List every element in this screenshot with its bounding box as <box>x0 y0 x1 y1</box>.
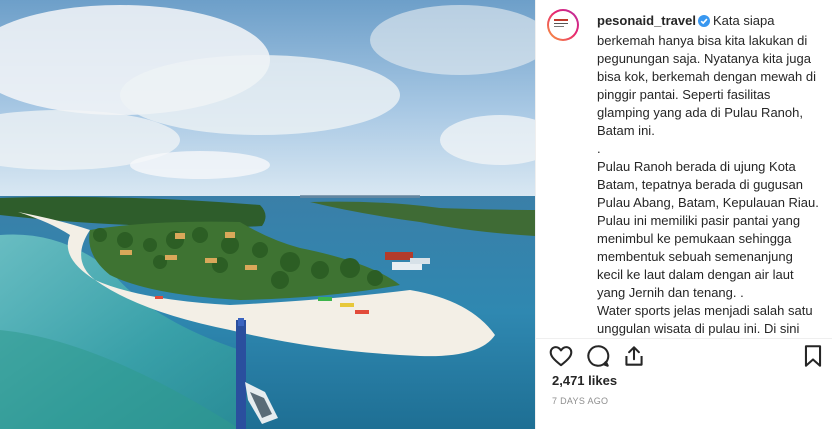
caption-line: kecil ke laut dalam dengan air laut <box>597 267 794 282</box>
caption-line: Pulau ini memiliki pasir pantai yang <box>597 213 801 228</box>
caption-line: pegunungan saja. Nyatanya kita juga <box>597 51 811 66</box>
caption-line: Water sports jelas menjadi salah satu <box>597 303 813 318</box>
caption-line: pinggir pantai. Seperti fasilitas <box>597 87 771 102</box>
heart-icon[interactable] <box>548 343 574 369</box>
likes-count[interactable]: 2,471 likes <box>552 373 617 388</box>
share-icon[interactable] <box>621 343 647 369</box>
caption-line: Pulau Abang, Batam, Kepulauan Riau. <box>597 195 819 210</box>
caption-paragraph: pesonaid_travel Kata siapa berkemah hanya … <box>597 12 829 338</box>
post-timestamp[interactable]: 7 DAYS AGO <box>552 396 608 406</box>
caption-line: Batam, tepatnya berada di gugusan <box>597 177 803 192</box>
post-photo[interactable] <box>0 0 535 429</box>
post-sidebar: pesonaid_travel Kata siapa berkemah hanya … <box>535 0 832 430</box>
caption-line: berkemah hanya bisa kita lakukan di <box>597 33 808 48</box>
username[interactable]: pesonaid_travel <box>597 13 696 28</box>
island-beach-photo <box>0 0 535 429</box>
caption-line: bisa kok, berkemah dengan mewah di <box>597 69 816 84</box>
caption-line: . <box>597 141 601 156</box>
caption-area: pesonaid_travel Kata siapa berkemah hanya … <box>536 0 832 338</box>
caption-line: yang Jernih dan tenang. . <box>597 285 744 300</box>
caption-line: Pulau Ranoh berada di ujung Kota <box>597 159 796 174</box>
caption-line: Batam ini. <box>597 123 655 138</box>
caption-line: glamping yang ada di Pulau Ranoh, <box>597 105 803 120</box>
verified-badge-icon <box>698 14 710 32</box>
avatar[interactable] <box>547 9 579 41</box>
caption-line: membentuk sebuah semenanjung <box>597 249 793 264</box>
caption-text: pesonaid_travel Kata siapa berkemah hanya … <box>597 12 829 338</box>
bookmark-icon[interactable] <box>800 343 826 369</box>
comment-icon[interactable] <box>585 343 611 369</box>
caption-line: unggulan wisata di pulau ini. Di sini <box>597 321 800 336</box>
caption-line: menimbul ke pemukaan sehingga <box>597 231 792 246</box>
instagram-post: pesonaid_travel Kata siapa berkemah hanya … <box>0 0 832 430</box>
action-bar: 2,471 likes 7 DAYS AGO <box>536 338 832 430</box>
caption-line: Kata siapa <box>713 13 775 28</box>
